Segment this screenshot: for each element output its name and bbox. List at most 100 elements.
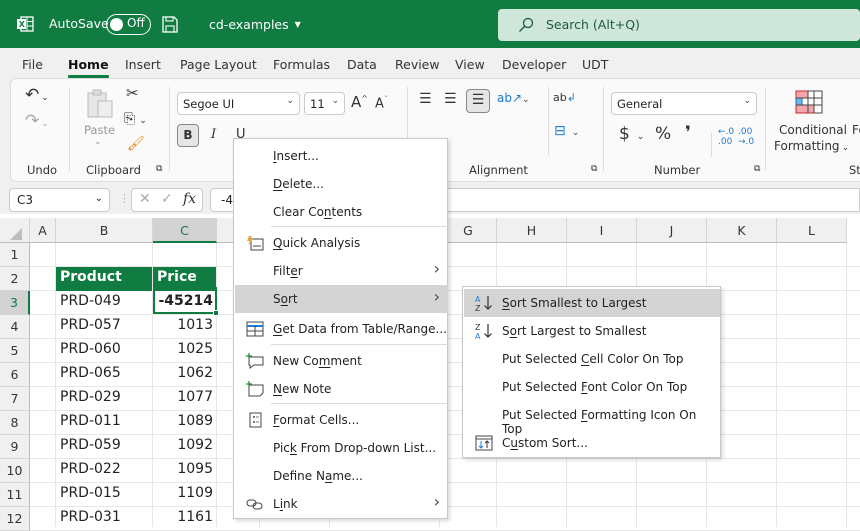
product-cell[interactable]: PRD-031 bbox=[56, 507, 152, 531]
row-header-10[interactable]: 10 bbox=[0, 459, 30, 483]
product-cell[interactable]: PRD-059 bbox=[56, 435, 152, 459]
increase-font-icon[interactable]: A^ bbox=[351, 93, 368, 111]
redo-button[interactable]: ↷ ⌄ bbox=[25, 111, 49, 131]
column-header-h[interactable]: H bbox=[497, 218, 567, 243]
clipboard-launcher-icon[interactable]: ⧉ bbox=[156, 164, 162, 174]
menu-item-new-comment[interactable]: New Comment bbox=[235, 347, 448, 375]
align-bottom-button[interactable]: ☰ bbox=[466, 89, 490, 113]
menu-item-format-cells[interactable]: Format Cells... bbox=[235, 406, 448, 434]
number-format-dropdown[interactable]: General ⌄ bbox=[611, 92, 757, 115]
italic-button[interactable]: I bbox=[211, 127, 216, 142]
submenu-item-put-selected-cell-color-on-top[interactable]: Put Selected Cell Color On Top bbox=[464, 345, 720, 373]
font-size-dropdown[interactable]: 11 ⌄ bbox=[304, 92, 345, 115]
product-cell[interactable]: PRD-022 bbox=[56, 459, 152, 483]
price-cell[interactable]: 1013 bbox=[153, 315, 217, 339]
name-box[interactable]: C3 ⌄ bbox=[9, 188, 110, 212]
cut-icon[interactable]: ✂ bbox=[126, 84, 139, 102]
align-middle-icon[interactable]: ☰ bbox=[444, 91, 457, 107]
column-header-i[interactable]: I bbox=[567, 218, 637, 243]
comma-style-button[interactable]: ❜ bbox=[685, 123, 691, 143]
product-cell[interactable]: PRD-049 bbox=[56, 291, 152, 315]
row-header-5[interactable]: 5 bbox=[0, 339, 30, 363]
submenu-item-put-selected-formatting-icon-on-top[interactable]: Put Selected Formatting Icon On Top bbox=[464, 401, 720, 436]
wrap-text-icon[interactable]: ab↲ bbox=[553, 91, 576, 104]
number-launcher-icon[interactable]: ⧉ bbox=[754, 164, 760, 174]
column-header-k[interactable]: K bbox=[707, 218, 777, 243]
conditional-formatting-button[interactable]: Conditional bbox=[779, 123, 847, 137]
price-cell[interactable]: 1095 bbox=[153, 459, 217, 483]
menu-item-get-data-from-table-range[interactable]: Get Data from Table/Range... bbox=[235, 315, 448, 343]
tab-view[interactable]: View bbox=[455, 57, 485, 72]
price-cell[interactable]: 1089 bbox=[153, 411, 217, 435]
increase-decimal-icon[interactable]: ←.0.00 bbox=[718, 127, 734, 147]
product-cell[interactable]: PRD-060 bbox=[56, 339, 152, 363]
product-cell[interactable]: PRD-015 bbox=[56, 483, 152, 507]
row-header-3[interactable]: 3 bbox=[0, 291, 30, 315]
menu-item-clear-contents[interactable]: Clear Contents bbox=[235, 198, 448, 226]
price-cell[interactable]: 1161 bbox=[153, 507, 217, 531]
undo-button[interactable]: ↶ ⌄ bbox=[25, 85, 49, 105]
menu-item-define-name[interactable]: Define Name... bbox=[235, 462, 448, 490]
row-header-9[interactable]: 9 bbox=[0, 435, 30, 459]
tab-developer[interactable]: Developer bbox=[502, 57, 566, 72]
menu-item-link[interactable]: Link › bbox=[235, 490, 448, 518]
row-header-2[interactable]: 2 bbox=[0, 267, 30, 291]
save-icon[interactable] bbox=[162, 16, 178, 33]
row-header-6[interactable]: 6 bbox=[0, 363, 30, 387]
product-cell[interactable]: PRD-029 bbox=[56, 387, 152, 411]
column-header-g[interactable]: G bbox=[440, 218, 497, 243]
orientation-icon[interactable]: ab↗⌄ bbox=[497, 91, 530, 105]
price-cell[interactable]: 1092 bbox=[153, 435, 217, 459]
row-header-4[interactable]: 4 bbox=[0, 315, 30, 339]
tab-udt[interactable]: UDT bbox=[582, 57, 608, 72]
tab-home[interactable]: Home bbox=[68, 57, 109, 78]
paste-icon[interactable] bbox=[86, 87, 116, 119]
percent-button[interactable]: % bbox=[655, 124, 671, 144]
select-all-corner[interactable] bbox=[0, 218, 30, 243]
submenu-item-sort-smallest-to-largest[interactable]: A Z Sort Smallest to Largest bbox=[464, 289, 720, 317]
menu-item-quick-analysis[interactable]: Quick Analysis bbox=[235, 229, 448, 257]
alignment-launcher-icon[interactable]: ⧉ bbox=[591, 164, 597, 174]
fill-handle[interactable] bbox=[213, 310, 219, 316]
conditional-formatting-label-2[interactable]: Formatting ⌄ bbox=[774, 139, 849, 153]
font-name-dropdown[interactable]: Segoe UI ⌄ bbox=[177, 92, 300, 115]
submenu-item-custom-sort[interactable]: Custom Sort... bbox=[464, 429, 720, 457]
product-cell[interactable]: PRD-065 bbox=[56, 363, 152, 387]
tab-file[interactable]: File bbox=[22, 57, 43, 72]
price-cell[interactable]: 1109 bbox=[153, 483, 217, 507]
submenu-item-put-selected-font-color-on-top[interactable]: Put Selected Font Color On Top bbox=[464, 373, 720, 401]
menu-item-filter[interactable]: Filter › bbox=[235, 257, 448, 285]
row-header-7[interactable]: 7 bbox=[0, 387, 30, 411]
row-header-12[interactable]: 12 bbox=[0, 507, 30, 531]
column-header-c[interactable]: C bbox=[153, 218, 217, 243]
column-header-a[interactable]: A bbox=[30, 218, 56, 243]
header-cell-product[interactable]: Product bbox=[56, 267, 152, 291]
search-box[interactable]: Search (Alt+Q) bbox=[498, 9, 860, 41]
cancel-icon[interactable]: ✕ bbox=[139, 191, 151, 207]
product-cell[interactable]: PRD-057 bbox=[56, 315, 152, 339]
paste-chevron-icon[interactable]: ⌄ bbox=[94, 137, 102, 147]
align-top-icon[interactable]: ☰ bbox=[419, 91, 432, 107]
column-header-b[interactable]: B bbox=[56, 218, 153, 243]
tab-data[interactable]: Data bbox=[347, 57, 377, 72]
conditional-formatting-icon[interactable] bbox=[795, 90, 823, 114]
price-cell[interactable]: 1025 bbox=[153, 339, 217, 363]
column-header-j[interactable]: J bbox=[637, 218, 707, 243]
menu-item-delete[interactable]: Delete... bbox=[235, 170, 448, 198]
price-cell[interactable]: 1062 bbox=[153, 363, 217, 387]
tab-insert[interactable]: Insert bbox=[125, 57, 161, 72]
resize-handle-icon[interactable]: ⋮ bbox=[119, 192, 130, 205]
submenu-item-sort-largest-to-smallest[interactable]: Z A Sort Largest to Smallest bbox=[464, 317, 720, 345]
file-name-dropdown[interactable]: cd-examples ▼ bbox=[209, 17, 301, 32]
price-cell[interactable]: 1077 bbox=[153, 387, 217, 411]
row-header-8[interactable]: 8 bbox=[0, 411, 30, 435]
format-painter-icon[interactable]: 🖌 bbox=[127, 136, 145, 152]
tab-formulas[interactable]: Formulas bbox=[273, 57, 330, 72]
menu-item-new-note[interactable]: New Note bbox=[235, 375, 448, 403]
bold-button[interactable]: B bbox=[177, 124, 199, 147]
format-as-table-button[interactable]: Fo bbox=[852, 123, 860, 137]
column-header-l[interactable]: L bbox=[777, 218, 847, 243]
menu-item-pick-from-drop-down-list[interactable]: Pick From Drop-down List... bbox=[235, 434, 448, 462]
autosave-toggle[interactable]: Off bbox=[106, 14, 151, 35]
row-header-1[interactable]: 1 bbox=[0, 243, 30, 267]
